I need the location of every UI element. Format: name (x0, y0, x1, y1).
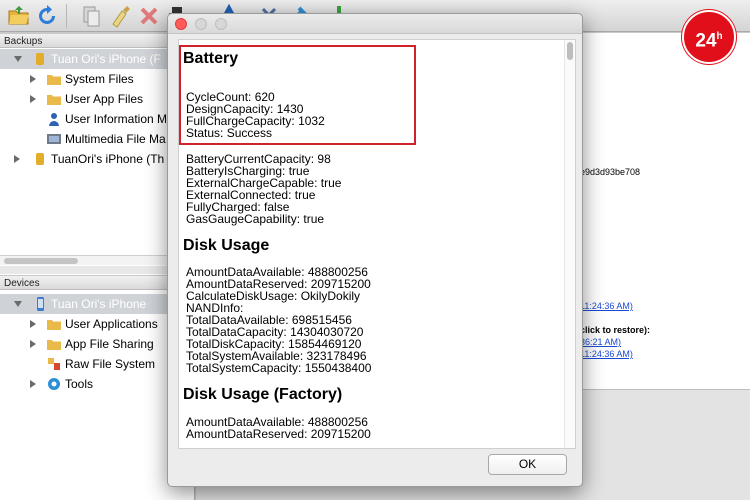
tree-label: App File Sharing (65, 337, 154, 351)
horizontal-scrollbar[interactable] (0, 255, 195, 265)
info-scroll-area[interactable]: Battery CycleCount: 620 DesignCapacity: … (178, 39, 576, 449)
tree-label: Raw File System (65, 357, 156, 371)
tree-label: User Information M (65, 112, 168, 126)
device-info-dialog: Battery CycleCount: 620 DesignCapacity: … (167, 13, 583, 487)
backup-item-tuan-ori-iphone[interactable]: Tuan Ori's iPhone (F (0, 49, 195, 69)
tree-item-raw-file-system[interactable]: Raw File System (0, 354, 195, 374)
ok-button[interactable]: OK (488, 454, 567, 475)
kv-status: Status: Success (186, 126, 273, 140)
tree-label: Tools (65, 377, 94, 391)
devices-header: Devices (0, 275, 195, 290)
phone-icon (37, 297, 44, 311)
kv-factory-amount-data-reserved: AmountDataReserved: 209715200 (186, 427, 371, 441)
battery-title: Battery (183, 50, 239, 67)
backup-link-1[interactable]: 11:24:36 AM) (580, 301, 633, 311)
tree-item-tools[interactable]: Tools (0, 374, 195, 394)
folder-open-icon[interactable] (6, 3, 32, 29)
scroll-thumb[interactable] (567, 42, 573, 60)
multimedia-icon (47, 134, 61, 144)
backup-link-3[interactable]: 11:24:36 AM) (580, 349, 633, 359)
tree-item-user-information[interactable]: User Information M (0, 109, 195, 129)
backup-link-2[interactable]: 36:21 AM) (580, 337, 621, 347)
folder-icon (47, 320, 61, 330)
tree-item-user-applications[interactable]: User Applications (0, 314, 195, 334)
person-icon (49, 113, 59, 126)
kv-total-system-capacity: TotalSystemCapacity: 1550438400 (186, 361, 372, 375)
folder-icon (47, 95, 61, 105)
folder-icon (47, 75, 61, 85)
tree-label: Multimedia File Ma (65, 132, 166, 146)
expand-triangle-icon[interactable] (30, 320, 36, 328)
cylinder-icon (36, 53, 44, 65)
tree-label: User Applications (65, 317, 158, 331)
folder-icon (47, 340, 61, 350)
kv-gas-gauge-capability: GasGaugeCapability: true (186, 212, 325, 226)
cylinder-icon (36, 153, 44, 165)
backups-header: Backups (0, 33, 195, 48)
tree-label: Tuan Ori's iPhone (F (51, 52, 161, 66)
restore-hint: click to restore): (580, 325, 651, 335)
tree-item-user-app-files[interactable]: User App Files (0, 89, 195, 109)
tree-label: System Files (65, 72, 134, 86)
tree-item-multimedia[interactable]: Multimedia File Ma (0, 129, 195, 149)
tree-label: TuanOri's iPhone (Th (51, 152, 165, 166)
close-icon[interactable] (175, 18, 187, 30)
vertical-scrollbar[interactable] (564, 40, 575, 448)
sidebar: Backups Tuan Ori's iPhone (F System File… (0, 33, 195, 500)
pane-splitter[interactable] (0, 266, 195, 274)
minimize-icon[interactable] (195, 18, 207, 30)
expand-triangle-icon[interactable] (30, 75, 36, 83)
expand-triangle-icon[interactable] (14, 56, 22, 62)
device-hash: e9d3d93be708 (580, 167, 641, 177)
gear-icon (48, 378, 60, 390)
device-item-tuan-ori-iphone[interactable]: Tuan Ori's iPhone (0, 294, 195, 314)
disk-usage-title: Disk Usage (183, 237, 270, 254)
clean-icon[interactable] (108, 3, 134, 29)
delete-icon[interactable] (136, 3, 162, 29)
watermark-logo: 24h (682, 10, 736, 64)
expand-triangle-icon[interactable] (30, 95, 36, 103)
backup-item-tuanori-iphone[interactable]: TuanOri's iPhone (Th (0, 149, 195, 169)
disk-usage-factory-title: Disk Usage (Factory) (183, 386, 343, 403)
expand-triangle-icon[interactable] (14, 155, 20, 163)
expand-triangle-icon[interactable] (30, 340, 36, 348)
refresh-icon[interactable] (34, 3, 60, 29)
tree-item-system-files[interactable]: System Files (0, 69, 195, 89)
tree-label: Tuan Ori's iPhone (51, 297, 147, 311)
expand-triangle-icon[interactable] (30, 380, 36, 388)
copy-icon[interactable] (78, 3, 104, 29)
dialog-titlebar[interactable] (168, 14, 582, 34)
expand-triangle-icon[interactable] (14, 301, 22, 307)
zoom-icon[interactable] (215, 18, 227, 30)
raw-files-icon (48, 358, 60, 370)
tree-label: User App Files (65, 92, 144, 106)
tree-item-app-file-sharing[interactable]: App File Sharing (0, 334, 195, 354)
